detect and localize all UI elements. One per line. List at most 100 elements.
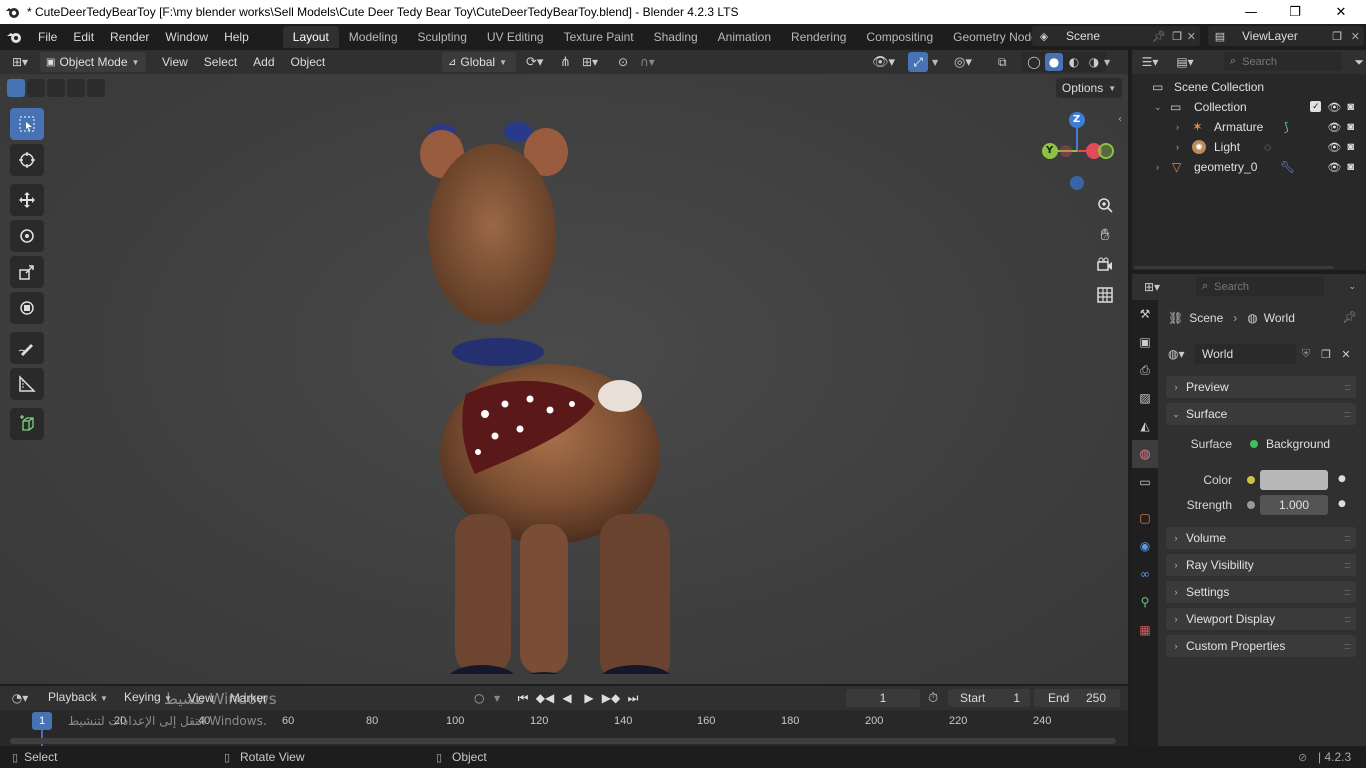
menu-add[interactable]: Add [245, 52, 282, 72]
menu-file[interactable]: File [30, 26, 65, 48]
drag-handle-icon[interactable]: :::: [1344, 614, 1351, 624]
menu-select[interactable]: Select [196, 52, 245, 72]
outliner-row-armature[interactable]: › ✶ Armature ⟆ 👁︎ ◙ [1132, 117, 1366, 137]
world-browse-icon[interactable]: ◍▾ [1168, 347, 1194, 361]
camera-render-icon[interactable]: ◙ [1347, 101, 1354, 114]
surface-shader-field[interactable]: Background [1244, 434, 1332, 454]
tab-output[interactable]: ⎙ [1132, 356, 1158, 384]
scene-selector[interactable]: ◈ Scene 📌︎ ❐ ✕ [1032, 26, 1200, 46]
add-cube-tool[interactable] [10, 408, 44, 440]
chevron-down-icon[interactable]: ⌄ [1348, 282, 1356, 292]
play-icon[interactable]: ▶ [580, 691, 598, 706]
panel-settings[interactable]: › Settings :::: [1166, 581, 1356, 603]
eye-icon[interactable]: 👁︎ [1327, 101, 1341, 114]
panel-custom-properties[interactable]: › Custom Properties :::: [1166, 635, 1356, 657]
expand-arrow-icon[interactable]: › [1156, 162, 1159, 172]
eye-icon[interactable]: 👁︎ [1327, 161, 1341, 174]
tab-world[interactable]: ◍ [1132, 440, 1158, 468]
light-data-icon[interactable]: ◌ [1264, 140, 1271, 154]
tab-object-data[interactable]: ⚲ [1132, 588, 1158, 616]
playhead[interactable]: 1 [32, 712, 52, 730]
color-socket-icon[interactable] [1247, 476, 1255, 484]
tab-sculpting[interactable]: Sculpting [408, 26, 477, 48]
zoom-button[interactable] [1092, 192, 1118, 218]
measure-tool[interactable] [10, 368, 44, 400]
expand-arrow-icon[interactable]: › [1176, 122, 1179, 132]
play-reverse-icon[interactable]: ◀ [558, 691, 576, 706]
pivot-point-icon[interactable]: ⟳▾ [526, 55, 543, 70]
panel-preview[interactable]: › Preview :::: [1166, 376, 1356, 398]
drag-handle-icon[interactable]: :::: [1344, 409, 1351, 419]
jump-start-icon[interactable]: ⏮︎ [514, 691, 532, 706]
falloff-icon[interactable]: ∩▾ [640, 55, 655, 69]
tab-animation[interactable]: Animation [708, 26, 781, 48]
xray-icon[interactable]: ⧉ [998, 55, 1007, 70]
tab-tool[interactable]: ⚒︎ [1132, 300, 1158, 328]
strength-socket-icon[interactable] [1247, 501, 1255, 509]
delete-viewlayer-icon[interactable]: ✕ [1351, 30, 1360, 43]
transform-tool[interactable] [10, 292, 44, 324]
cursor-tool[interactable] [10, 144, 44, 176]
display-mode-icon[interactable]: ▤▾ [1168, 55, 1202, 69]
camera-render-icon[interactable]: ◙ [1347, 121, 1354, 134]
tab-render[interactable]: ▣ [1132, 328, 1158, 356]
menu-window[interactable]: Window [157, 26, 216, 48]
tab-texture-paint[interactable]: Texture Paint [554, 26, 644, 48]
wireframe-shading-icon[interactable]: ◯ [1025, 53, 1043, 71]
camera-render-icon[interactable]: ◙ [1347, 161, 1354, 174]
outliner-row-collection[interactable]: ⌄ ▭ Collection ✓ 👁︎ ◙ [1132, 97, 1366, 117]
mode-dropdown[interactable]: ▣ Object Mode ▼ [40, 52, 146, 72]
outliner-scrollbar[interactable] [1134, 266, 1334, 269]
perspective-toggle-button[interactable] [1092, 282, 1118, 308]
pin-icon[interactable]: 📌︎ [1152, 30, 1166, 43]
expand-arrow-icon[interactable]: › [1176, 142, 1179, 152]
properties-search-input[interactable]: ⌕ Search [1196, 277, 1324, 296]
proportional-editing-icon[interactable]: ⊙ [618, 55, 628, 69]
select-invert-icon[interactable] [67, 79, 85, 97]
timeline-scrollbar[interactable] [10, 738, 1116, 744]
unlink-icon[interactable]: ✕ [1336, 348, 1356, 361]
maximize-button[interactable]: ❐ [1272, 0, 1318, 24]
world-name-field[interactable]: World [1194, 344, 1296, 364]
drag-handle-icon[interactable]: :::: [1344, 641, 1351, 651]
chevron-down-icon[interactable]: ▼ [1104, 58, 1110, 67]
properties-editor-icon[interactable]: ⊞▾ [1132, 280, 1172, 294]
tab-physics[interactable]: ◉ [1132, 532, 1158, 560]
collapse-arrow-icon[interactable]: ⌄ [1154, 102, 1162, 113]
include-checkbox[interactable]: ✓ [1310, 100, 1322, 112]
duplicate-icon[interactable]: ❐ [1316, 348, 1336, 361]
tab-scene[interactable]: ◭ [1132, 412, 1158, 440]
fake-user-shield-icon[interactable]: ⛨ [1296, 347, 1316, 361]
menu-view[interactable]: View [154, 52, 196, 72]
select-subtract-icon[interactable] [47, 79, 65, 97]
visibility-icon[interactable]: 👁︎▾ [872, 55, 895, 70]
pin-icon[interactable]: 📌︎ [1342, 310, 1357, 324]
delete-scene-icon[interactable]: ✕ [1187, 30, 1196, 43]
snap-target-icon[interactable]: ⊞▾ [582, 55, 598, 69]
menu-playback[interactable]: Playback ▼ [40, 687, 116, 709]
3d-viewport[interactable]: Options ▼ ‹ Z Y ✋︎ [0, 74, 1128, 684]
jump-keyframe-back-icon[interactable]: ◆◀ [536, 691, 554, 706]
blender-menu-icon[interactable] [0, 30, 30, 44]
drag-handle-icon[interactable]: :::: [1344, 533, 1351, 543]
outliner-row-light[interactable]: › ✺ Light ◌ 👁︎ ◙ [1132, 137, 1366, 157]
outliner-search-input[interactable]: ⌕ Search [1224, 52, 1342, 71]
tab-layout[interactable]: Layout [282, 26, 339, 48]
tab-collection[interactable]: ▭ [1132, 468, 1158, 496]
tab-compositing[interactable]: Compositing [856, 26, 943, 48]
jump-keyframe-forward-icon[interactable]: ▶◆ [602, 691, 620, 706]
select-new-icon[interactable] [7, 79, 25, 97]
tab-uv-editing[interactable]: UV Editing [477, 26, 554, 48]
camera-render-icon[interactable]: ◙ [1347, 141, 1354, 154]
minimize-button[interactable]: — [1228, 0, 1274, 24]
menu-render[interactable]: Render [102, 26, 157, 48]
snap-icon[interactable]: ⋔ [560, 55, 571, 70]
filter-icon[interactable]: ⏷ [1354, 55, 1364, 70]
tab-constraints[interactable]: ∞ [1132, 560, 1158, 588]
drag-handle-icon[interactable]: :::: [1344, 382, 1351, 392]
color-swatch[interactable] [1260, 470, 1328, 490]
tab-rendering[interactable]: Rendering [781, 26, 856, 48]
pan-button[interactable]: ✋︎ [1092, 222, 1118, 248]
close-button[interactable]: ✕ [1318, 0, 1364, 24]
armature-data-icon[interactable]: ⟆ [1284, 120, 1289, 134]
